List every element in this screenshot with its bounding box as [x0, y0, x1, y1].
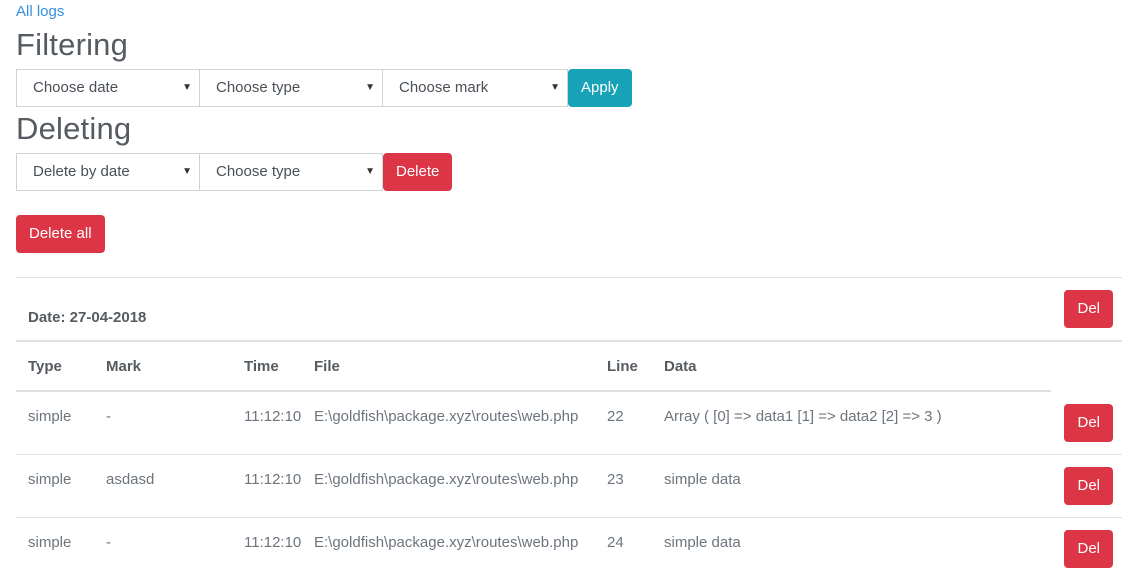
- cell-mark: -: [106, 408, 111, 425]
- column-header-type: Type: [28, 358, 62, 375]
- filter-form: Choose date ▼ Choose type ▼ Choose mark …: [16, 69, 632, 107]
- cell-mark: -: [106, 534, 111, 551]
- divider: [16, 454, 1122, 455]
- divider: [16, 277, 1122, 278]
- log-group-date: Date: 27-04-2018: [28, 309, 147, 326]
- delete-type-select[interactable]: Choose type ▼: [199, 153, 383, 191]
- cell-mark: asdasd: [106, 471, 155, 488]
- cell-time: 11:12:10: [244, 408, 302, 425]
- cell-file: E:\goldfish\package.xyz\routes\web.php: [314, 408, 579, 425]
- caret-down-icon: ▼: [550, 82, 560, 93]
- filtering-heading: Filtering: [16, 27, 129, 62]
- cell-line: 24: [607, 534, 624, 551]
- deleting-heading: Deleting: [16, 111, 132, 146]
- cell-data: simple data: [664, 534, 741, 551]
- cell-data: simple data: [664, 471, 741, 488]
- cell-file: E:\goldfish\package.xyz\routes\web.php: [314, 471, 579, 488]
- column-header-mark: Mark: [106, 358, 142, 375]
- filter-type-select-value: Choose type: [216, 79, 301, 96]
- cell-data: Array ( [0] => data1 [1] => data2 [2] =>…: [664, 408, 942, 425]
- divider: [16, 340, 1122, 342]
- delete-group-button[interactable]: Del: [1064, 290, 1113, 328]
- delete-type-select-value: Choose type: [216, 163, 301, 180]
- delete-date-select-value: Delete by date: [33, 163, 130, 180]
- cell-line: 23: [607, 471, 624, 488]
- caret-down-icon: ▼: [365, 82, 375, 93]
- row-delete-button[interactable]: Del: [1064, 467, 1113, 505]
- filter-date-select[interactable]: Choose date ▼: [16, 69, 200, 107]
- caret-down-icon: ▼: [182, 166, 192, 177]
- delete-button[interactable]: Delete: [383, 153, 453, 191]
- column-header-time: Time: [244, 358, 279, 375]
- delete-date-select[interactable]: Delete by date ▼: [16, 153, 200, 191]
- divider: [16, 517, 1122, 518]
- filter-mark-select[interactable]: Choose mark ▼: [382, 69, 568, 107]
- column-header-file: File: [314, 358, 340, 375]
- all-logs-link[interactable]: All logs: [16, 3, 64, 21]
- filter-date-select-value: Choose date: [33, 79, 119, 96]
- delete-form: Delete by date ▼ Choose type ▼ Delete: [16, 153, 453, 191]
- cell-type: simple: [28, 408, 72, 425]
- column-header-line: Line: [607, 358, 638, 375]
- apply-button[interactable]: Apply: [568, 69, 632, 107]
- filter-type-select[interactable]: Choose type ▼: [199, 69, 383, 107]
- row-delete-button[interactable]: Del: [1064, 404, 1113, 442]
- filter-mark-select-value: Choose mark: [399, 79, 489, 96]
- row-delete-button[interactable]: Del: [1064, 530, 1113, 568]
- cell-type: simple: [28, 534, 72, 551]
- cell-time: 11:12:10: [244, 471, 302, 488]
- caret-down-icon: ▼: [365, 166, 375, 177]
- cell-time: 11:12:10: [244, 534, 302, 551]
- delete-all-button[interactable]: Delete all: [16, 215, 105, 253]
- cell-file: E:\goldfish\package.xyz\routes\web.php: [314, 534, 579, 551]
- column-header-data: Data: [664, 358, 697, 375]
- divider: [16, 390, 1051, 392]
- cell-type: simple: [28, 471, 72, 488]
- cell-line: 22: [607, 408, 624, 425]
- caret-down-icon: ▼: [182, 82, 192, 93]
